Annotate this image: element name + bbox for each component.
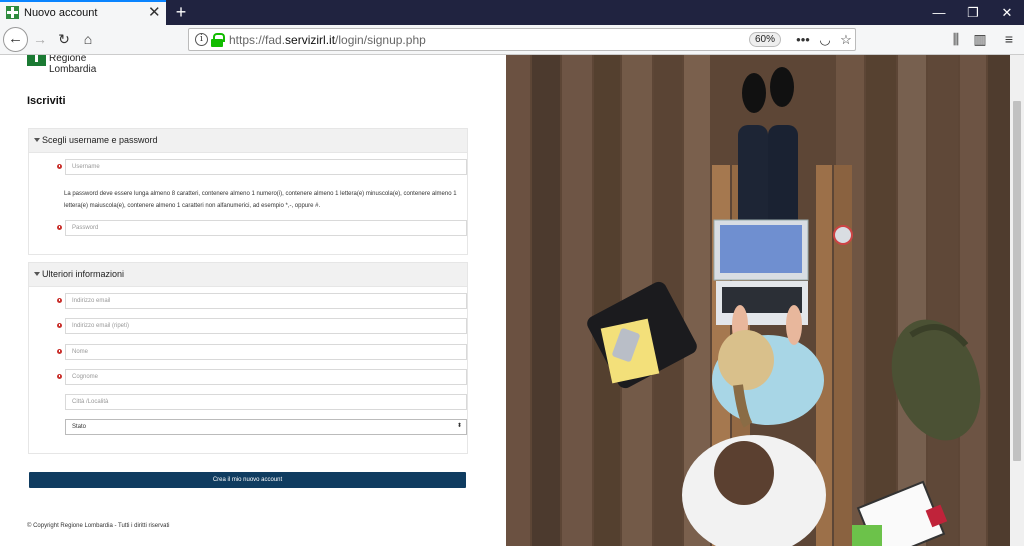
- vertical-scrollbar[interactable]: [1010, 55, 1024, 546]
- pocket-icon[interactable]: ◡: [817, 32, 833, 48]
- collapse-caret-icon[interactable]: [34, 138, 40, 142]
- fieldset-title: Scegli username e password: [42, 135, 158, 145]
- lock-icon[interactable]: [211, 33, 225, 47]
- minimize-window-icon[interactable]: —: [922, 0, 956, 25]
- first-name-input[interactable]: Nome: [65, 344, 467, 360]
- tab-active[interactable]: Nuovo account ✕: [0, 0, 166, 25]
- password-hint: La password deve essere lunga almeno 8 c…: [64, 191, 457, 209]
- required-icon: [57, 225, 62, 230]
- back-button[interactable]: ←: [3, 27, 28, 52]
- library-icon[interactable]: ⫼: [947, 30, 965, 48]
- zoom-level-badge[interactable]: 60%: [749, 32, 781, 47]
- required-icon: [57, 349, 62, 354]
- reload-icon[interactable]: ↻: [55, 30, 73, 48]
- close-tab-icon[interactable]: ✕: [148, 4, 161, 21]
- logo-text: Regione Lombardia: [49, 55, 96, 75]
- close-window-icon[interactable]: ✕: [990, 0, 1024, 25]
- home-icon[interactable]: ⌂: [79, 30, 97, 48]
- hero-photo-illustration: [506, 55, 1010, 546]
- fieldset-header[interactable]: Scegli username e password: [29, 129, 467, 153]
- signup-hero-photo: [506, 55, 1010, 546]
- required-icon: [57, 374, 62, 379]
- bookmark-star-icon[interactable]: ☆: [838, 32, 854, 48]
- menu-icon[interactable]: ≡: [1000, 30, 1018, 48]
- new-tab-icon[interactable]: +: [172, 0, 190, 25]
- restore-window-icon[interactable]: ❐: [956, 0, 990, 25]
- city-input[interactable]: Città /Località: [65, 394, 467, 410]
- url-path: /login/signup.php: [335, 33, 426, 47]
- last-name-input[interactable]: Cognome: [65, 369, 467, 385]
- sidebar-icon[interactable]: ▥: [971, 30, 989, 48]
- tab-bar: Nuovo account ✕ + — ❐ ✕: [0, 0, 1024, 25]
- page-actions-icon[interactable]: •••: [795, 32, 811, 48]
- logo-line-2: Lombardia: [49, 64, 97, 75]
- email-repeat-input[interactable]: Indirizzo email (ripeti): [65, 318, 467, 334]
- tab-title: Nuovo account: [24, 7, 98, 19]
- fieldset-title: Ulteriori informazioni: [42, 269, 125, 279]
- password-input[interactable]: Password: [65, 220, 467, 236]
- country-select-value: Stato: [72, 424, 87, 430]
- required-icon: [57, 298, 62, 303]
- regione-lombardia-favicon-icon: [6, 6, 19, 19]
- regione-lombardia-logo-icon: [27, 55, 46, 66]
- username-input[interactable]: Username: [65, 159, 467, 175]
- url-domain: servizirl.it: [285, 33, 336, 47]
- signup-panel: Regione Lombardia Iscriviti Scegli usern…: [0, 55, 506, 546]
- url-prefix: https://fad.: [229, 33, 286, 47]
- select-arrows-icon: ⬍: [456, 423, 462, 429]
- navigation-toolbar: ← → ↻ ⌂ i https://fad.servizirl.it/login…: [0, 25, 1024, 55]
- page-viewport: Regione Lombardia Iscriviti Scegli usern…: [0, 55, 1024, 546]
- scrollbar-thumb[interactable]: [1013, 101, 1021, 461]
- site-info-icon[interactable]: i: [195, 33, 208, 46]
- logo-line-1: Regione: [49, 55, 87, 64]
- url-bar[interactable]: i https://fad.servizirl.it/login/signup.…: [188, 28, 856, 51]
- page-title: Iscriviti: [27, 95, 66, 107]
- email-input[interactable]: Indirizzo email: [65, 293, 467, 309]
- forward-icon[interactable]: →: [31, 30, 49, 48]
- country-select[interactable]: Stato ⬍: [65, 419, 467, 435]
- create-account-button[interactable]: Crea il mio nuovo account: [29, 472, 466, 488]
- copyright-text: © Copyright Regione Lombardia - Tutti i …: [27, 523, 170, 529]
- required-icon: [57, 323, 62, 328]
- required-icon: [57, 164, 62, 169]
- collapse-caret-icon[interactable]: [34, 272, 40, 276]
- fieldset-header[interactable]: Ulteriori informazioni: [29, 263, 467, 287]
- url-text[interactable]: https://fad.servizirl.it/login/signup.ph…: [229, 33, 426, 47]
